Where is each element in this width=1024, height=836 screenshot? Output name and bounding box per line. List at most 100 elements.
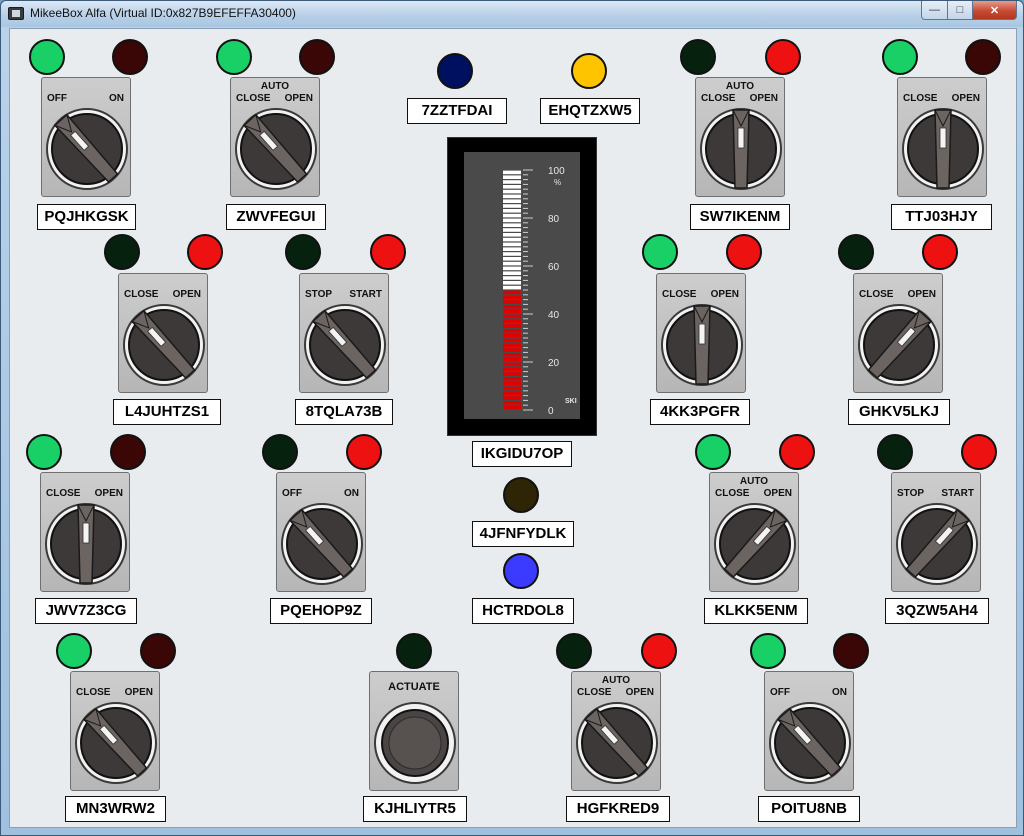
rotary-knob-graphic xyxy=(661,304,743,386)
meter-segment xyxy=(503,261,521,266)
meter-segment xyxy=(503,242,521,247)
switch-label-left: OFF xyxy=(770,687,790,698)
switch-label-top: AUTO xyxy=(601,675,631,686)
meter-segment xyxy=(503,329,521,333)
indicator-lamp-s12-b xyxy=(961,434,997,470)
selector-switch-s5[interactable]: CLOSE OPEN xyxy=(118,273,208,393)
selector-switch-s15[interactable]: OFF ON xyxy=(764,671,854,791)
meter-segment xyxy=(503,391,521,395)
indicator-lamp-s10-b xyxy=(346,434,382,470)
selector-switch-s14[interactable]: AUTO CLOSE OPEN xyxy=(571,671,661,791)
switch-label-top: AUTO xyxy=(260,81,290,92)
meter-segment xyxy=(503,223,521,227)
indicator-tag-i3: 4JFNFYDLK xyxy=(472,521,574,547)
indicator-lamp-s6-b xyxy=(370,234,406,270)
close-button[interactable]: ✕ xyxy=(972,1,1017,20)
selector-switch-s7[interactable]: CLOSE OPEN xyxy=(656,273,746,393)
switch-tag-s14: HGFKRED9 xyxy=(566,796,670,822)
indicator-lamp-s1-b xyxy=(112,39,148,75)
minimize-button[interactable]: — xyxy=(921,1,948,20)
meter-brand-label: SKI xyxy=(565,398,577,405)
meter-segment xyxy=(503,237,521,242)
knob-handle xyxy=(693,305,711,385)
selector-switch-s1[interactable]: OFF ON xyxy=(41,77,131,197)
maximize-button[interactable]: □ xyxy=(947,1,973,20)
meter-segment xyxy=(503,372,521,376)
meter-segment xyxy=(503,319,521,323)
switch-label-left: CLOSE xyxy=(46,488,81,499)
meter-segment xyxy=(503,333,521,338)
indicator-lamp-i2 xyxy=(571,53,607,89)
meter-segment xyxy=(503,228,521,232)
meter-segment xyxy=(503,381,521,386)
knob-grip xyxy=(934,109,952,189)
selector-switch-s6[interactable]: STOP START xyxy=(299,273,389,393)
rotary-knob-graphic xyxy=(75,702,157,784)
selector-switch-s4[interactable]: CLOSE OPEN xyxy=(897,77,987,197)
switch-tag-s2: ZWVFEGUI xyxy=(226,204,326,230)
indicator-lamp-s7-a xyxy=(642,234,678,270)
selector-switch-s10[interactable]: OFF ON xyxy=(276,472,366,592)
selector-switch-s13[interactable]: CLOSE OPEN xyxy=(70,671,160,791)
indicator-lamp-s11-b xyxy=(779,434,815,470)
rotary-knob-graphic xyxy=(714,503,796,585)
knob-handle xyxy=(77,504,95,584)
indicator-lamp-s2-b xyxy=(299,39,335,75)
indicator-lamp-s14-a xyxy=(556,633,592,669)
indicator-lamp-s14-b xyxy=(641,633,677,669)
selector-switch-s8[interactable]: CLOSE OPEN xyxy=(853,273,943,393)
meter-tag: IKGIDU7OP xyxy=(472,441,572,467)
switch-label-left: CLOSE xyxy=(662,289,697,300)
switch-tag-s13: MN3WRW2 xyxy=(65,796,166,822)
switch-tag-s7: 4KK3PGFR xyxy=(650,399,750,425)
selector-switch-s2[interactable]: AUTO CLOSE OPEN xyxy=(230,77,320,197)
knob-indicator xyxy=(698,323,706,345)
rotary-knob-graphic xyxy=(769,702,851,784)
meter-segment xyxy=(503,405,521,410)
indicator-lamp-s15-a xyxy=(750,633,786,669)
switch-label-right: OPEN xyxy=(94,488,123,499)
indicator-lamp-s9-a xyxy=(26,434,62,470)
switch-tag-s15: POITU8NB xyxy=(758,796,860,822)
indicator-lamp-s11-a xyxy=(695,434,731,470)
meter-segment xyxy=(503,338,521,343)
knob-indicator xyxy=(737,127,745,149)
meter-segment xyxy=(503,281,521,285)
meter-segment xyxy=(503,175,521,179)
indicator-lamp-s3-b xyxy=(765,39,801,75)
meter-segment xyxy=(503,314,521,319)
meter-tick-label: 0 xyxy=(548,406,554,417)
switch-label-right: START xyxy=(349,289,382,300)
title-bar[interactable]: MikeeBox Alfa (Virtual ID:0x827B9EFEFFA3… xyxy=(1,1,1023,27)
meter-segment xyxy=(503,257,521,261)
selector-switch-s9[interactable]: CLOSE OPEN xyxy=(40,472,130,592)
meter-segment xyxy=(503,343,521,347)
selector-switch-s3[interactable]: AUTO CLOSE OPEN xyxy=(695,77,785,197)
rotary-knob-graphic xyxy=(304,304,386,386)
switch-label-top: AUTO xyxy=(739,476,769,487)
switch-label-right: OPEN xyxy=(749,93,778,104)
switch-tag-s5: L4JUHTZS1 xyxy=(113,399,221,425)
level-meter-scale: 100 80 60 40 20 0% SKI xyxy=(503,166,577,417)
switch-label-top: AUTO xyxy=(725,81,755,92)
knob-grip xyxy=(77,504,95,584)
meter-segment xyxy=(503,305,521,309)
app-icon xyxy=(8,7,24,20)
meter-segment xyxy=(503,233,521,237)
meter-segment xyxy=(503,185,521,189)
actuate-pushbutton[interactable]: ACTUATE xyxy=(369,671,459,791)
meter-tick-label: 40 xyxy=(548,310,560,321)
meter-segment xyxy=(503,295,521,299)
indicator-lamp-s5-b xyxy=(187,234,223,270)
meter-segment xyxy=(503,353,521,357)
rotary-knob-graphic xyxy=(46,108,128,190)
selector-switch-s12[interactable]: STOP START xyxy=(891,472,981,592)
meter-tick-label: 80 xyxy=(548,214,560,225)
window-title: MikeeBox Alfa (Virtual ID:0x827B9EFEFFA3… xyxy=(30,6,296,20)
rotary-knob-graphic xyxy=(858,304,940,386)
selector-switch-s11[interactable]: AUTO CLOSE OPEN xyxy=(709,472,799,592)
switch-tag-s4: TTJ03HJY xyxy=(891,204,992,230)
switch-label-left: CLOSE xyxy=(236,93,271,104)
meter-segment xyxy=(503,213,521,218)
switch-label-right: OPEN xyxy=(710,289,739,300)
